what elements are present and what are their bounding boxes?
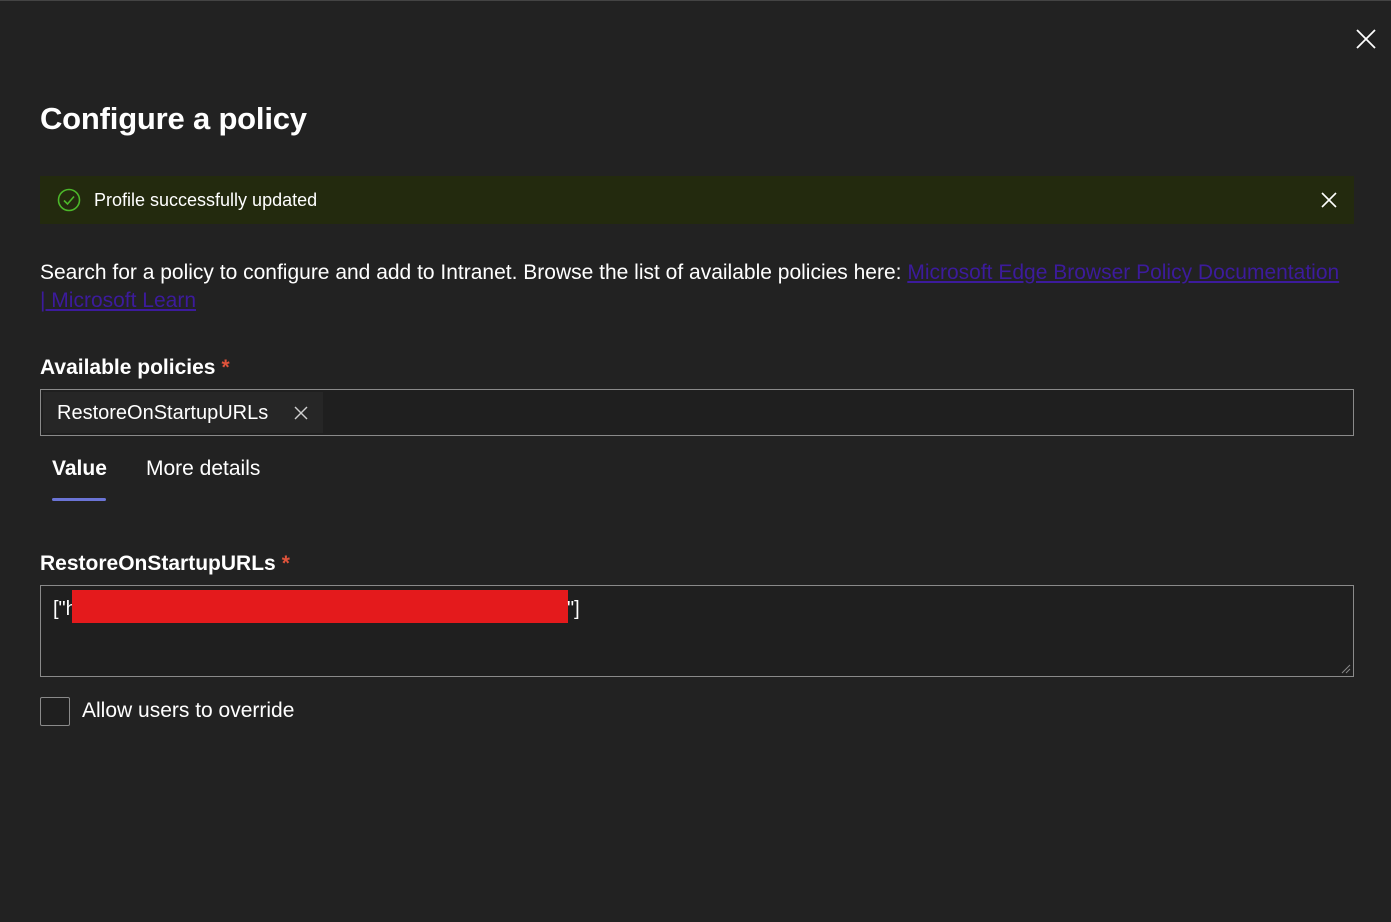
available-policies-label-text: Available policies xyxy=(40,356,216,379)
banner-message: Profile successfully updated xyxy=(94,190,318,210)
value-field-label: RestoreOnStartupURLs * xyxy=(40,552,290,576)
check-circle-icon xyxy=(57,188,81,212)
selected-policy-chip: RestoreOnStartupURLs xyxy=(43,392,323,433)
resize-handle-icon[interactable] xyxy=(1341,664,1351,674)
close-icon[interactable] xyxy=(1319,190,1339,210)
active-tab-indicator xyxy=(52,498,106,501)
required-marker: * xyxy=(281,552,290,575)
value-field-label-text: RestoreOnStartupURLs xyxy=(40,552,276,575)
available-policies-picker[interactable]: RestoreOnStartupURLs xyxy=(40,389,1354,436)
required-marker: * xyxy=(221,356,230,379)
tab-value[interactable]: Value xyxy=(52,457,107,481)
restore-urls-textarea[interactable]: ["h "] xyxy=(40,585,1354,677)
description: Search for a policy to configure and add… xyxy=(40,259,1350,315)
page-title: Configure a policy xyxy=(40,101,307,136)
tab-more-details[interactable]: More details xyxy=(146,457,260,481)
allow-override-label[interactable]: Allow users to override xyxy=(82,699,294,723)
success-banner: Profile successfully updated xyxy=(40,176,1354,224)
configure-policy-panel: Configure a policy Profile successfully … xyxy=(0,0,1391,922)
value-text-end: "] xyxy=(567,598,580,620)
description-text: Search for a policy to configure and add… xyxy=(40,261,908,284)
selected-policy-label: RestoreOnStartupURLs xyxy=(57,402,269,424)
available-policies-label: Available policies * xyxy=(40,356,230,380)
close-icon[interactable] xyxy=(293,405,309,421)
allow-override-checkbox[interactable] xyxy=(40,697,70,726)
close-icon[interactable] xyxy=(1352,25,1380,53)
redacted-region xyxy=(72,590,568,623)
